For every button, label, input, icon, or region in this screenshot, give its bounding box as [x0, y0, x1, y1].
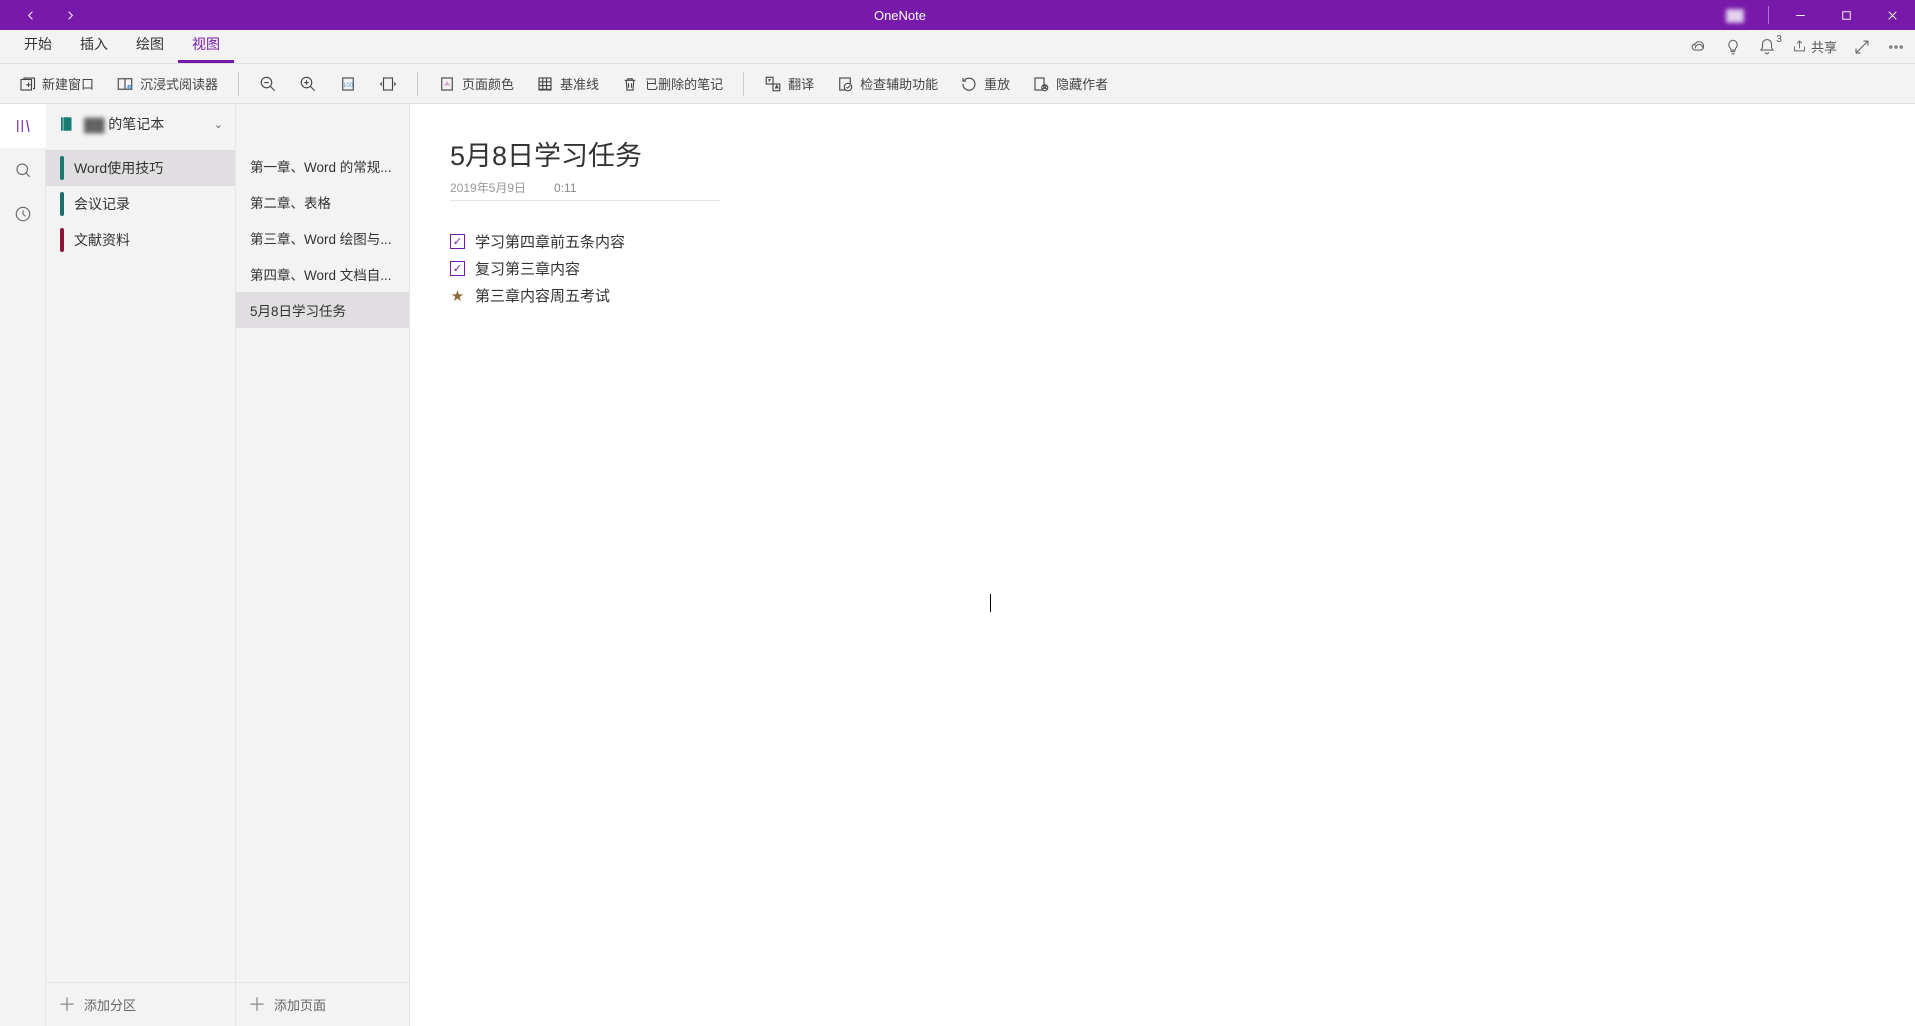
notebooks-icon[interactable]: [0, 104, 46, 148]
page-item-3[interactable]: 第四章、Word 文档自...: [236, 256, 409, 292]
replay-label: 重放: [984, 74, 1010, 93]
chevron-down-icon: ⌄: [214, 118, 223, 131]
notebook-name-blur: ▓▓: [84, 116, 104, 132]
divider: [1768, 6, 1769, 24]
notebook-picker[interactable]: ▓▓ 的笔记本 ⌄: [46, 104, 235, 150]
separator: [417, 72, 418, 96]
sync-icon[interactable]: [1690, 38, 1708, 56]
add-page-label: 添加页面: [274, 995, 326, 1014]
fit-width-button[interactable]: 100: [331, 71, 365, 97]
svg-text:100: 100: [343, 83, 354, 89]
new-window-label: 新建窗口: [42, 74, 94, 93]
todo-item-0[interactable]: ✓ 学习第四章前五条内容: [450, 231, 1875, 252]
hide-authors-label: 隐藏作者: [1056, 74, 1108, 93]
page-date[interactable]: 2019年5月9日: [450, 179, 526, 196]
ribbon-tab-0[interactable]: 开始: [10, 28, 66, 63]
checkbox-icon[interactable]: ✓: [450, 234, 465, 249]
immersive-reader-label: 沉浸式阅读器: [140, 74, 218, 93]
section-label: 会议记录: [74, 194, 130, 214]
ribbon-tab-1[interactable]: 插入: [66, 28, 122, 63]
share-label: 共享: [1811, 37, 1837, 56]
minimize-button[interactable]: [1777, 0, 1823, 30]
separator: [743, 72, 744, 96]
sections-panel: ▓▓ 的笔记本 ⌄ Word使用技巧会议记录文献资料 ＋ 添加分区: [46, 104, 236, 1026]
rule-lines-label: 基准线: [560, 74, 599, 93]
more-icon[interactable]: [1887, 38, 1905, 56]
hide-authors-button[interactable]: 隐藏作者: [1024, 70, 1116, 97]
pages-panel: 第一章、Word 的常规...第二章、表格第三章、Word 绘图与...第四章、…: [236, 104, 410, 1026]
todo-item-1[interactable]: ✓ 复习第三章内容: [450, 258, 1875, 279]
page-canvas[interactable]: 5月8日学习任务 2019年5月9日 0:11 ✓ 学习第四章前五条内容 ✓ 复习第三…: [410, 104, 1915, 1026]
section-item-0[interactable]: Word使用技巧: [46, 150, 235, 186]
check-accessibility-button[interactable]: 检查辅助功能: [828, 70, 946, 97]
lightbulb-icon[interactable]: [1724, 38, 1742, 56]
ribbon-tab-3[interactable]: 视图: [178, 28, 234, 63]
immersive-reader-button[interactable]: 沉浸式阅读器: [108, 70, 226, 97]
section-color-bar: [60, 228, 64, 252]
star-icon[interactable]: ★: [450, 287, 465, 305]
plus-icon: ＋: [248, 996, 266, 1014]
replay-button[interactable]: 重放: [952, 70, 1018, 97]
recent-icon[interactable]: [0, 192, 46, 236]
left-rail: [0, 104, 46, 1026]
section-label: 文献资料: [74, 230, 130, 250]
window-title: OneNote: [90, 8, 1710, 23]
account-label[interactable]: ▓▓: [1710, 8, 1760, 22]
todo-list: ✓ 学习第四章前五条内容 ✓ 复习第三章内容 ★ 第三章内容周五考试: [450, 231, 1875, 306]
page-title[interactable]: 5月8日学习任务: [450, 134, 1875, 173]
plus-icon: ＋: [58, 996, 76, 1014]
deleted-notes-button[interactable]: 已删除的笔记: [613, 70, 731, 97]
todo-text[interactable]: 第三章内容周五考试: [475, 285, 610, 306]
close-button[interactable]: [1869, 0, 1915, 30]
title-underline: [450, 200, 720, 201]
view-toolbar: 新建窗口 沉浸式阅读器 100 页面颜色 基准线 已删除的笔记 翻译 检查辅助功能 重放 隐藏作者: [0, 64, 1915, 104]
back-button[interactable]: [10, 0, 50, 30]
page-time[interactable]: 0:11: [554, 181, 576, 195]
section-item-1[interactable]: 会议记录: [46, 186, 235, 222]
ribbon-tab-2[interactable]: 绘图: [122, 28, 178, 63]
notifications-icon[interactable]: 3: [1758, 38, 1776, 56]
notebook-name: 的笔记本: [104, 116, 164, 132]
todo-item-2[interactable]: ★ 第三章内容周五考试: [450, 285, 1875, 306]
rule-lines-button[interactable]: 基准线: [528, 70, 607, 97]
maximize-button[interactable]: [1823, 0, 1869, 30]
page-item-1[interactable]: 第二章、表格: [236, 184, 409, 220]
checkbox-icon[interactable]: ✓: [450, 261, 465, 276]
notification-badge: 3: [1776, 34, 1782, 45]
page-item-0[interactable]: 第一章、Word 的常规...: [236, 148, 409, 184]
check-accessibility-label: 检查辅助功能: [860, 74, 938, 93]
titlebar: OneNote ▓▓: [0, 0, 1915, 30]
fullscreen-icon[interactable]: [1853, 38, 1871, 56]
new-window-button[interactable]: 新建窗口: [10, 70, 102, 97]
section-item-2[interactable]: 文献资料: [46, 222, 235, 258]
add-page-button[interactable]: ＋ 添加页面: [236, 982, 409, 1026]
ribbon-tabs: 开始插入绘图视图 3 共享: [0, 30, 1915, 64]
section-label: Word使用技巧: [74, 158, 163, 178]
translate-label: 翻译: [788, 74, 814, 93]
deleted-notes-label: 已删除的笔记: [645, 74, 723, 93]
zoom-in-button[interactable]: [291, 71, 325, 97]
page-color-button[interactable]: 页面颜色: [430, 70, 522, 97]
zoom-out-button[interactable]: [251, 71, 285, 97]
search-icon[interactable]: [0, 148, 46, 192]
todo-text[interactable]: 复习第三章内容: [475, 258, 580, 279]
section-color-bar: [60, 156, 64, 180]
add-section-label: 添加分区: [84, 995, 136, 1014]
fit-page-button[interactable]: [371, 71, 405, 97]
translate-button[interactable]: 翻译: [756, 70, 822, 97]
section-color-bar: [60, 192, 64, 216]
page-item-4[interactable]: 5月8日学习任务: [236, 292, 409, 328]
forward-button[interactable]: [50, 0, 90, 30]
page-color-label: 页面颜色: [462, 74, 514, 93]
share-button[interactable]: 共享: [1792, 37, 1837, 56]
add-section-button[interactable]: ＋ 添加分区: [46, 982, 235, 1026]
page-meta: 2019年5月9日 0:11: [450, 179, 1875, 196]
text-cursor: [990, 594, 991, 612]
todo-text[interactable]: 学习第四章前五条内容: [475, 231, 625, 252]
separator: [238, 72, 239, 96]
page-item-2[interactable]: 第三章、Word 绘图与...: [236, 220, 409, 256]
